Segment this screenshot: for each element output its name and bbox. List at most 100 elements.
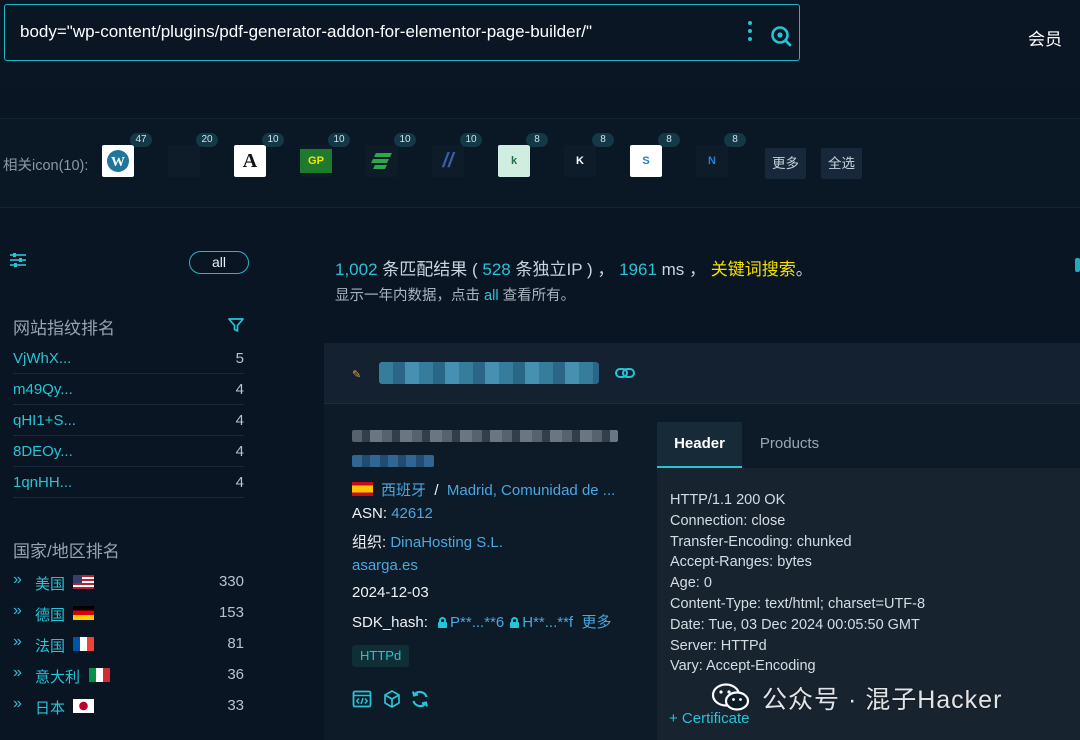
- member-link[interactable]: 会员: [1028, 25, 1062, 50]
- icon-count-badge: 8: [658, 133, 680, 147]
- query-time: 1961: [619, 260, 657, 279]
- country-link[interactable]: 西班牙: [381, 482, 426, 499]
- update-date: 2024-12-03: [352, 584, 429, 601]
- fingerprint-row[interactable]: 8DEOy... 4: [13, 437, 244, 467]
- org-link[interactable]: DinaHosting S.L.: [390, 534, 503, 551]
- filter-settings-icon[interactable]: [8, 250, 28, 270]
- location-line: 西班牙 / Madrid, Comunidad de ...: [352, 479, 615, 500]
- icon-count-badge: 8: [592, 133, 614, 147]
- chevron-right-icon: »: [13, 633, 22, 650]
- country-row[interactable]: » 日本 33: [13, 691, 244, 721]
- country-name[interactable]: 德国: [35, 604, 65, 625]
- match-count: 1,002: [335, 260, 378, 279]
- country-row[interactable]: » 法国 81: [13, 629, 244, 659]
- wechat-logo: [711, 683, 750, 711]
- fingerprint-key[interactable]: qHI1+S...: [13, 412, 76, 429]
- country-row[interactable]: » 意大利 36: [13, 660, 244, 690]
- domain-link[interactable]: asarga.es: [352, 557, 418, 574]
- n-blue-icon[interactable]: N: [696, 145, 728, 177]
- watermark-text: 公众号 · 混子Hacker: [762, 686, 1003, 714]
- result-url-link[interactable]: [379, 362, 599, 384]
- favicon-icon: ✎: [352, 369, 362, 381]
- cube-icon[interactable]: [382, 689, 402, 709]
- side-edge-marker: [1075, 258, 1080, 272]
- sdk-hash-1[interactable]: P**...**6: [450, 614, 504, 631]
- more-options-icon[interactable]: [746, 21, 754, 45]
- icon-count-badge: 8: [526, 133, 548, 147]
- gp-logo-icon[interactable]: GP: [300, 145, 332, 177]
- query-time-suffix: ms ，: [656, 260, 711, 279]
- dark-logo-icon[interactable]: [168, 145, 200, 177]
- country-count: 330: [218, 573, 244, 590]
- a-logo-icon[interactable]: A: [234, 145, 266, 177]
- code-icon[interactable]: [352, 689, 372, 709]
- sdk-hash-2[interactable]: H**...**f: [522, 614, 573, 631]
- green-stripes-icon[interactable]: [366, 145, 398, 177]
- fingerprint-row[interactable]: qHI1+S... 4: [13, 406, 244, 436]
- summary-period: 。: [795, 260, 813, 279]
- asn-link[interactable]: 42612: [391, 505, 433, 522]
- k-dark-icon[interactable]: K: [564, 145, 596, 177]
- link-icon[interactable]: [615, 367, 635, 379]
- country-name[interactable]: 美国: [35, 573, 65, 594]
- country-count: 153: [218, 604, 244, 621]
- header-tabs: Header Products: [657, 422, 1080, 468]
- refresh-icon[interactable]: [410, 689, 430, 709]
- fingerprint-row[interactable]: 1qnHH... 4: [13, 468, 244, 498]
- fingerprint-key[interactable]: VjWhX...: [13, 350, 71, 367]
- result-card-header: ✎: [324, 343, 1080, 404]
- all-toggle[interactable]: all: [189, 251, 249, 274]
- us-flag-icon: [73, 575, 94, 589]
- show-all-link[interactable]: all: [484, 288, 499, 304]
- tab-products[interactable]: Products: [742, 422, 837, 468]
- country-count: 81: [227, 635, 244, 652]
- more-icons-button[interactable]: 更多: [765, 148, 806, 179]
- fingerprint-row[interactable]: VjWhX... 5: [13, 344, 244, 374]
- location-separator: /: [434, 482, 439, 499]
- tab-header[interactable]: Header: [657, 422, 742, 468]
- fingerprint-count: 4: [235, 443, 244, 460]
- fingerprint-key[interactable]: 8DEOy...: [13, 443, 73, 460]
- fingerprint-key[interactable]: 1qnHH...: [13, 474, 72, 491]
- funnel-icon[interactable]: [228, 317, 244, 333]
- fingerprint-row[interactable]: m49Qy... 4: [13, 375, 244, 405]
- slash-logo-icon[interactable]: //: [432, 145, 464, 177]
- data-range-prefix: 显示一年内数据，点击: [335, 288, 485, 304]
- jp-flag-icon: [73, 699, 94, 713]
- redacted-ip[interactable]: [352, 455, 434, 467]
- redacted-title: [352, 430, 618, 442]
- keyword-search-link[interactable]: 关键词搜索: [711, 260, 796, 279]
- spain-flag-icon: [352, 482, 373, 496]
- de-flag-icon: [73, 606, 94, 620]
- country-name[interactable]: 日本: [35, 697, 65, 718]
- region-link[interactable]: Madrid, Comunidad de ...: [447, 482, 615, 499]
- search-input[interactable]: body="wp-content/plugins/pdf-generator-a…: [20, 22, 592, 42]
- ip-count-suffix: 条独立IP ) ，: [510, 260, 620, 279]
- country-name[interactable]: 意大利: [35, 666, 80, 687]
- fingerprint-count: 4: [235, 412, 244, 429]
- search-icon[interactable]: [770, 25, 792, 47]
- icon-count-badge: 8: [724, 133, 746, 147]
- org-label: 组织:: [352, 534, 391, 551]
- chevron-right-icon: »: [13, 602, 22, 619]
- k-green-icon[interactable]: k: [498, 145, 530, 177]
- sdk-label: SDK_hash:: [352, 614, 433, 631]
- select-all-button[interactable]: 全选: [821, 148, 862, 179]
- top-bar: body="wp-content/plugins/pdf-generator-a…: [0, 0, 1080, 88]
- fingerprint-count: 5: [235, 350, 244, 367]
- country-row[interactable]: » 美国 330: [13, 567, 244, 597]
- icon-count-badge: 20: [196, 133, 218, 147]
- country-count: 33: [227, 697, 244, 714]
- country-name[interactable]: 法国: [35, 635, 65, 656]
- sdk-more-link[interactable]: 更多: [581, 614, 611, 631]
- server-tag[interactable]: HTTPd: [352, 645, 410, 667]
- related-icons-bar: 相关icon(10): W 47 20 A 10 GP 10 10//10 k 8 K 8 S 8 N 8 更…: [0, 118, 1080, 208]
- match-count-suffix: 条匹配结果 (: [377, 260, 483, 279]
- related-icons-label: 相关icon(10):: [3, 158, 89, 174]
- wordpress-icon[interactable]: W: [102, 145, 134, 177]
- country-row[interactable]: » 德国 153: [13, 598, 244, 628]
- s-blue-icon[interactable]: S: [630, 145, 662, 177]
- fingerprint-key[interactable]: m49Qy...: [13, 381, 73, 398]
- certificate-toggle[interactable]: + Certificate: [669, 710, 749, 727]
- search-box[interactable]: body="wp-content/plugins/pdf-generator-a…: [4, 4, 800, 61]
